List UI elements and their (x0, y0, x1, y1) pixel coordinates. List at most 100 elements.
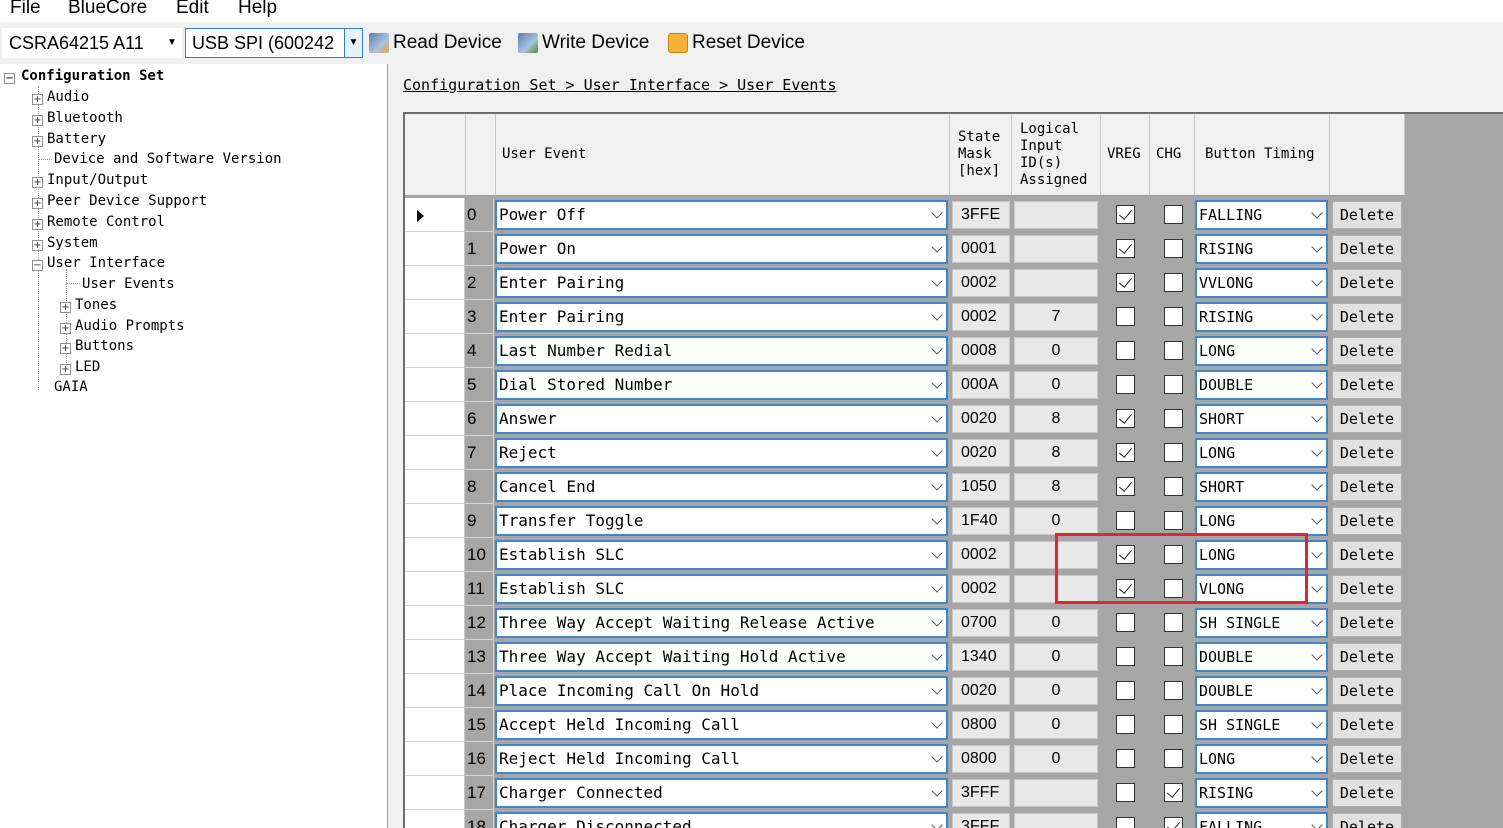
chevron-down-icon[interactable] (1312, 277, 1322, 287)
state-mask-field[interactable]: 3FFF (952, 779, 1010, 807)
delete-button[interactable]: Delete (1332, 507, 1402, 535)
logical-input-field[interactable]: 0 (1014, 745, 1098, 773)
tree-item-bluetooth[interactable]: + Bluetooth (32, 108, 123, 128)
logical-input-field[interactable]: 8 (1014, 405, 1098, 433)
logical-input-field[interactable] (1014, 201, 1098, 229)
user-event-select[interactable]: Accept Held Incoming Call (495, 710, 948, 740)
vreg-checkbox[interactable] (1116, 477, 1135, 496)
tree-item-buttons[interactable]: + Buttons (60, 336, 134, 356)
table-row[interactable]: 15 Accept Held Incoming Call 0800 0 SH SINGL… (405, 708, 1405, 742)
chevron-down-icon[interactable] (1312, 617, 1322, 627)
expand-icon[interactable]: + (32, 240, 43, 251)
chevron-down-icon[interactable] (1312, 651, 1322, 661)
table-row[interactable]: 18 Charger Disconnected 3FFF FALLING Delete (405, 810, 1405, 828)
button-timing-select[interactable]: DOUBLE (1195, 642, 1328, 672)
logical-input-field[interactable]: 0 (1014, 609, 1098, 637)
chevron-down-icon[interactable] (1312, 481, 1322, 491)
state-mask-field[interactable]: 0020 (952, 439, 1010, 467)
chevron-down-icon[interactable] (932, 379, 942, 389)
button-timing-select[interactable]: LONG (1195, 336, 1328, 366)
row-header[interactable] (405, 504, 465, 538)
chevron-down-icon[interactable] (932, 719, 942, 729)
state-mask-field[interactable]: 1050 (952, 473, 1010, 501)
row-header[interactable] (405, 232, 465, 266)
user-event-column-header[interactable]: User Event (496, 114, 950, 196)
tree-item-remote[interactable]: + Remote Control (32, 212, 165, 232)
table-row[interactable]: 6 Answer 0020 8 SHORT Delete (405, 402, 1405, 436)
row-header[interactable] (405, 368, 465, 402)
delete-button[interactable]: Delete (1332, 303, 1402, 331)
state-mask-field[interactable]: 3FFE (952, 201, 1010, 229)
button-timing-select[interactable]: RISING (1195, 778, 1328, 808)
row-header[interactable] (405, 470, 465, 504)
user-event-select[interactable]: Reject (495, 438, 948, 468)
expand-icon[interactable]: + (60, 364, 71, 375)
expand-icon[interactable]: + (32, 177, 43, 188)
chevron-down-icon[interactable] (1312, 209, 1322, 219)
tree-item-audio-prompts[interactable]: + Audio Prompts (60, 316, 185, 336)
chg-checkbox[interactable] (1164, 681, 1183, 700)
button-timing-select[interactable]: SH SINGLE (1195, 710, 1328, 740)
logical-input-field[interactable] (1014, 779, 1098, 807)
vreg-column-header[interactable]: VREG (1101, 114, 1150, 196)
vreg-checkbox[interactable] (1116, 749, 1135, 768)
state-mask-field[interactable]: 0020 (952, 405, 1010, 433)
vreg-checkbox[interactable] (1116, 579, 1135, 598)
chg-checkbox[interactable] (1164, 715, 1183, 734)
state-mask-field[interactable]: 0020 (952, 677, 1010, 705)
logical-input-field[interactable]: 0 (1014, 711, 1098, 739)
logical-input-field[interactable]: 8 (1014, 473, 1098, 501)
chg-checkbox[interactable] (1164, 443, 1183, 462)
expand-icon[interactable]: + (60, 323, 71, 334)
tree-item-version[interactable]: Device and Software Version (54, 149, 282, 169)
state-mask-field[interactable]: 0002 (952, 541, 1010, 569)
chg-checkbox[interactable] (1164, 647, 1183, 666)
user-event-select[interactable]: Three Way Accept Waiting Hold Active (495, 642, 948, 672)
tree-item-user-events[interactable]: User Events (82, 274, 175, 294)
table-row[interactable]: 10 Establish SLC 0002 LONG Delete (405, 538, 1405, 572)
logical-input-field[interactable]: 0 (1014, 643, 1098, 671)
row-header[interactable] (405, 538, 465, 572)
chg-checkbox[interactable] (1164, 511, 1183, 530)
tree-item-gaia[interactable]: GAIA (54, 377, 88, 397)
button-timing-select[interactable]: LONG (1195, 506, 1328, 536)
expand-icon[interactable]: + (60, 343, 71, 354)
vreg-checkbox[interactable] (1116, 409, 1135, 428)
chevron-down-icon[interactable] (1312, 311, 1322, 321)
user-event-select[interactable]: Charger Disconnected (495, 812, 948, 828)
vreg-checkbox[interactable] (1116, 783, 1135, 802)
chg-checkbox[interactable] (1164, 341, 1183, 360)
tree-item-led[interactable]: + LED (60, 357, 100, 377)
chevron-down-icon[interactable] (932, 787, 942, 797)
chg-checkbox[interactable] (1164, 307, 1183, 326)
expand-icon[interactable]: + (32, 94, 43, 105)
table-row[interactable]: 3 Enter Pairing 0002 7 RISING Delete (405, 300, 1405, 334)
logical-input-field[interactable]: 0 (1014, 337, 1098, 365)
vreg-checkbox[interactable] (1116, 715, 1135, 734)
row-header[interactable] (405, 810, 465, 828)
vreg-checkbox[interactable] (1116, 273, 1135, 292)
user-event-select[interactable]: Establish SLC (495, 574, 948, 604)
chg-checkbox[interactable] (1164, 783, 1183, 802)
expand-icon[interactable]: + (32, 198, 43, 209)
button-timing-select[interactable]: FALLING (1195, 200, 1328, 230)
chg-checkbox[interactable] (1164, 817, 1183, 828)
user-event-select[interactable]: Power Off (495, 200, 948, 230)
user-event-select[interactable]: Last Number Redial (495, 336, 948, 366)
chevron-down-icon[interactable] (932, 447, 942, 457)
table-row[interactable]: 8 Cancel End 1050 8 SHORT Delete (405, 470, 1405, 504)
vreg-checkbox[interactable] (1116, 817, 1135, 828)
chevron-down-icon[interactable] (932, 753, 942, 763)
row-header[interactable] (405, 606, 465, 640)
delete-button[interactable]: Delete (1332, 269, 1402, 297)
table-row[interactable]: 2 Enter Pairing 0002 VVLONG Delete (405, 266, 1405, 300)
chevron-down-icon[interactable] (932, 243, 942, 253)
state-mask-field[interactable]: 0700 (952, 609, 1010, 637)
vreg-checkbox[interactable] (1116, 511, 1135, 530)
menu-help[interactable]: Help (238, 0, 277, 20)
delete-button[interactable]: Delete (1332, 235, 1402, 263)
delete-button[interactable]: Delete (1332, 541, 1402, 569)
state-mask-field[interactable]: 0008 (952, 337, 1010, 365)
chg-checkbox[interactable] (1164, 477, 1183, 496)
chevron-down-icon[interactable] (932, 481, 942, 491)
